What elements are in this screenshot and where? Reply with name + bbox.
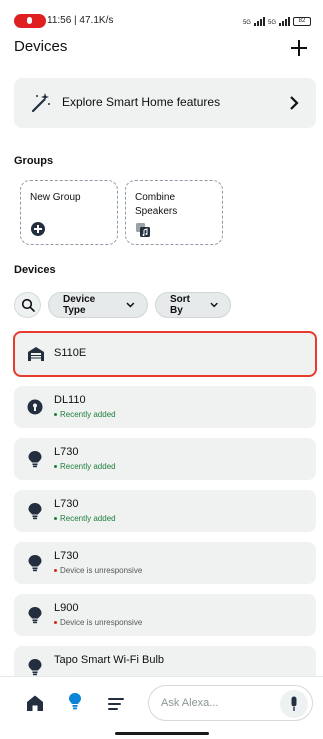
device-name: DL110 <box>54 394 86 406</box>
device-status: Device is unresponsive <box>54 566 142 575</box>
combine-speakers-label: Combine Speakers <box>135 192 178 217</box>
groups-section-title: Groups <box>14 155 54 167</box>
chevron-right-icon <box>290 96 299 110</box>
chevron-down-icon <box>126 302 135 308</box>
add-circle-icon <box>31 222 45 236</box>
explore-label: Explore Smart Home features <box>62 95 221 109</box>
status-icons: 5G 5G 82 <box>243 14 311 26</box>
mic-icon <box>27 17 32 24</box>
device-status: Device is unresponsive <box>54 618 142 627</box>
network-label-1: 5G <box>242 20 251 26</box>
new-group-label: New Group <box>30 192 81 203</box>
device-card-l730[interactable]: L730 Recently added <box>14 438 316 480</box>
device-card-s110e[interactable]: S110E <box>13 331 317 377</box>
bulb-icon <box>28 451 42 468</box>
device-name: Tapo Smart Wi-Fi Bulb <box>54 654 165 666</box>
device-name: S110E <box>54 347 87 359</box>
ask-alexa-input[interactable]: Ask Alexa... <box>148 685 313 721</box>
bottom-nav: Ask Alexa... <box>0 676 323 739</box>
signal-icon <box>253 17 265 26</box>
bulb-icon <box>28 503 42 520</box>
device-status: Recently added <box>54 462 116 471</box>
device-name: L730 <box>54 446 79 458</box>
battery-icon: 82 <box>293 17 311 26</box>
search-button[interactable] <box>14 292 41 318</box>
device-name: L730 <box>54 498 79 510</box>
device-card-l730[interactable]: L730 Recently added <box>14 490 316 532</box>
more-icon[interactable] <box>108 697 124 711</box>
signal-icon <box>279 17 290 26</box>
device-type-filter[interactable]: Device Type <box>48 292 148 318</box>
device-name: L730 <box>54 550 79 562</box>
new-group-card[interactable]: New Group <box>20 180 118 245</box>
search-icon <box>21 298 35 312</box>
ask-alexa-placeholder: Ask Alexa... <box>161 697 219 709</box>
device-card-l730[interactable]: L730 Device is unresponsive <box>14 542 316 584</box>
status-bar: 11:56 | 47.1K/s 5G 5G 82 <box>0 0 323 40</box>
page-title: Devices <box>14 38 68 55</box>
combine-speakers-card[interactable]: Combine Speakers <box>125 180 223 245</box>
lock-icon <box>27 399 43 415</box>
home-indicator <box>115 732 209 735</box>
filter-row: Device Type Sort By <box>14 292 231 318</box>
network-label-2: 5G <box>267 20 276 26</box>
sort-by-label: Sort By <box>170 294 190 316</box>
device-status: Recently added <box>54 514 116 523</box>
home-icon[interactable] <box>26 694 44 712</box>
mic-button[interactable] <box>280 690 308 718</box>
magic-wand-icon <box>31 93 50 113</box>
device-card-l900[interactable]: L900 Device is unresponsive <box>14 594 316 636</box>
device-type-label: Device Type <box>63 294 96 316</box>
mic-icon <box>291 696 297 711</box>
garage-icon <box>28 347 44 361</box>
bulb-icon <box>28 555 42 572</box>
plus-icon[interactable] <box>288 37 310 59</box>
devices-section-title: Devices <box>14 264 56 276</box>
devices-bulb-icon[interactable] <box>68 692 82 714</box>
bulb-icon <box>28 659 42 676</box>
sort-by-filter[interactable]: Sort By <box>155 292 231 318</box>
chevron-down-icon <box>210 302 218 308</box>
explore-smart-home-card[interactable]: Explore Smart Home features <box>14 78 316 128</box>
device-card-dl110[interactable]: DL110 Recently added <box>14 386 316 428</box>
status-time: 11:56 | 47.1K/s <box>47 15 114 26</box>
device-status: Recently added <box>54 410 116 419</box>
device-name: L900 <box>54 602 79 614</box>
bulb-icon <box>28 607 42 624</box>
speaker-group-icon <box>136 223 150 237</box>
recording-indicator <box>14 14 46 28</box>
